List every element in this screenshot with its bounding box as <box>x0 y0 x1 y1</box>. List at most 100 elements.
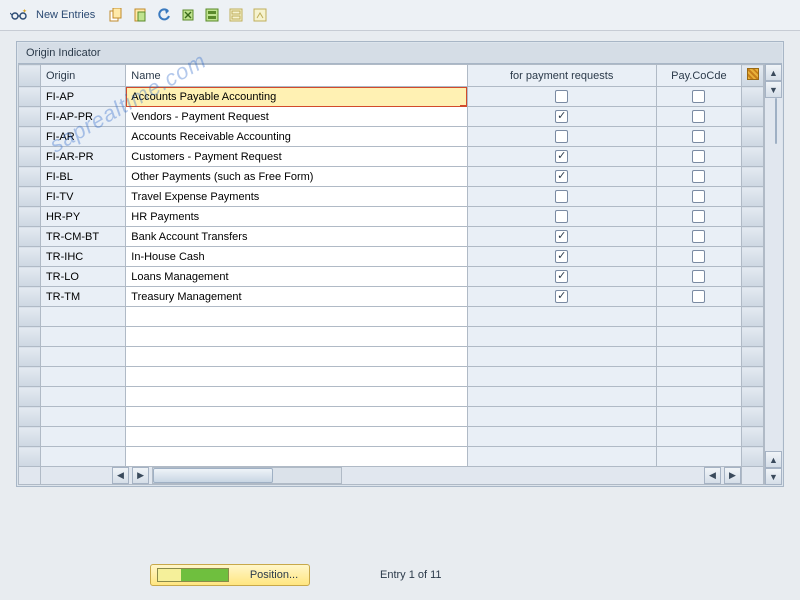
hscroll-left-button-2[interactable]: ◀ <box>704 467 721 484</box>
undo-icon[interactable] <box>155 6 173 24</box>
empty-cell[interactable] <box>467 327 656 347</box>
pay-cocde-checkbox[interactable] <box>656 227 741 247</box>
row-selector[interactable] <box>19 227 41 247</box>
delete-icon[interactable] <box>179 6 197 24</box>
empty-cell[interactable] <box>742 447 764 467</box>
origin-cell[interactable]: TR-LO <box>40 267 125 287</box>
for-payment-checkbox[interactable] <box>467 107 656 127</box>
row-selector[interactable] <box>19 167 41 187</box>
row-selector[interactable] <box>19 247 41 267</box>
vscroll-up-button[interactable]: ▲ <box>765 64 782 81</box>
empty-cell[interactable] <box>126 367 467 387</box>
for-payment-checkbox[interactable] <box>467 207 656 227</box>
row-selector[interactable] <box>19 307 41 327</box>
empty-cell[interactable] <box>656 367 741 387</box>
name-cell[interactable]: Accounts Receivable Accounting <box>126 127 467 147</box>
column-header-origin[interactable]: Origin <box>40 65 125 87</box>
row-selector-header[interactable] <box>19 65 41 87</box>
empty-cell[interactable] <box>656 427 741 447</box>
empty-cell[interactable] <box>467 427 656 447</box>
for-payment-checkbox[interactable] <box>467 167 656 187</box>
vscroll-up-button-2[interactable]: ▲ <box>765 451 782 468</box>
for-payment-checkbox[interactable] <box>467 147 656 167</box>
origin-cell[interactable]: FI-AP <box>40 87 125 107</box>
copy-icon[interactable] <box>107 6 125 24</box>
for-payment-checkbox[interactable] <box>467 227 656 247</box>
empty-cell[interactable] <box>467 407 656 427</box>
name-cell[interactable]: Loans Management <box>126 267 467 287</box>
name-cell[interactable]: Treasury Management <box>126 287 467 307</box>
origin-cell[interactable]: TR-IHC <box>40 247 125 267</box>
empty-cell[interactable] <box>467 347 656 367</box>
empty-cell[interactable] <box>40 367 125 387</box>
empty-cell[interactable] <box>126 447 467 467</box>
pay-cocde-checkbox[interactable] <box>656 287 741 307</box>
empty-cell[interactable] <box>656 447 741 467</box>
pay-cocde-checkbox[interactable] <box>656 187 741 207</box>
origin-cell[interactable]: TR-TM <box>40 287 125 307</box>
empty-cell[interactable] <box>742 347 764 367</box>
row-selector[interactable] <box>19 267 41 287</box>
row-selector[interactable] <box>19 447 41 467</box>
origin-cell[interactable]: FI-AR <box>40 127 125 147</box>
empty-cell[interactable] <box>126 307 467 327</box>
row-selector[interactable] <box>19 207 41 227</box>
empty-cell[interactable] <box>126 387 467 407</box>
column-header-for-payment[interactable]: for payment requests <box>467 65 656 87</box>
empty-cell[interactable] <box>742 387 764 407</box>
for-payment-checkbox[interactable] <box>467 287 656 307</box>
empty-cell[interactable] <box>656 307 741 327</box>
pay-cocde-checkbox[interactable] <box>656 87 741 107</box>
for-payment-checkbox[interactable] <box>467 87 656 107</box>
vscroll-down-button[interactable]: ▼ <box>765 81 782 98</box>
name-cell[interactable]: Other Payments (such as Free Form) <box>126 167 467 187</box>
empty-cell[interactable] <box>40 347 125 367</box>
pay-cocde-checkbox[interactable] <box>656 267 741 287</box>
name-cell[interactable]: Customers - Payment Request <box>126 147 467 167</box>
empty-cell[interactable] <box>467 447 656 467</box>
empty-cell[interactable] <box>742 327 764 347</box>
row-selector[interactable] <box>19 107 41 127</box>
hscroll-right-button[interactable]: ▶ <box>132 467 149 484</box>
empty-cell[interactable] <box>467 307 656 327</box>
pay-cocde-checkbox[interactable] <box>656 147 741 167</box>
position-button[interactable]: Position... <box>150 564 310 586</box>
row-selector[interactable] <box>19 327 41 347</box>
empty-cell[interactable] <box>742 307 764 327</box>
hscroll-track[interactable] <box>152 467 342 484</box>
row-selector[interactable] <box>19 87 41 107</box>
origin-cell[interactable]: FI-TV <box>40 187 125 207</box>
empty-cell[interactable] <box>656 407 741 427</box>
select-all-icon[interactable] <box>203 6 221 24</box>
empty-cell[interactable] <box>40 387 125 407</box>
for-payment-checkbox[interactable] <box>467 247 656 267</box>
empty-cell[interactable] <box>742 367 764 387</box>
empty-cell[interactable] <box>40 327 125 347</box>
row-selector[interactable] <box>19 347 41 367</box>
for-payment-checkbox[interactable] <box>467 267 656 287</box>
empty-cell[interactable] <box>126 327 467 347</box>
vscroll-thumb[interactable] <box>775 98 777 144</box>
pay-cocde-checkbox[interactable] <box>656 167 741 187</box>
empty-cell[interactable] <box>40 427 125 447</box>
origin-cell[interactable]: FI-AR-PR <box>40 147 125 167</box>
deselect-icon[interactable] <box>227 6 245 24</box>
empty-cell[interactable] <box>126 347 467 367</box>
pay-cocde-checkbox[interactable] <box>656 127 741 147</box>
origin-cell[interactable]: FI-BL <box>40 167 125 187</box>
empty-cell[interactable] <box>40 447 125 467</box>
column-header-name[interactable]: Name <box>126 65 467 87</box>
empty-cell[interactable] <box>40 407 125 427</box>
row-selector[interactable] <box>19 407 41 427</box>
name-cell[interactable]: Accounts Payable Accounting <box>126 87 467 107</box>
row-selector[interactable] <box>19 427 41 447</box>
pay-cocde-checkbox[interactable] <box>656 247 741 267</box>
paste-icon[interactable] <box>131 6 149 24</box>
row-selector[interactable] <box>19 287 41 307</box>
new-entries-button[interactable]: New Entries <box>36 9 95 21</box>
empty-cell[interactable] <box>40 307 125 327</box>
empty-cell[interactable] <box>467 387 656 407</box>
empty-cell[interactable] <box>656 387 741 407</box>
glasses-icon[interactable]: ✦ <box>10 6 28 24</box>
vscroll-down-button-2[interactable]: ▼ <box>765 468 782 485</box>
